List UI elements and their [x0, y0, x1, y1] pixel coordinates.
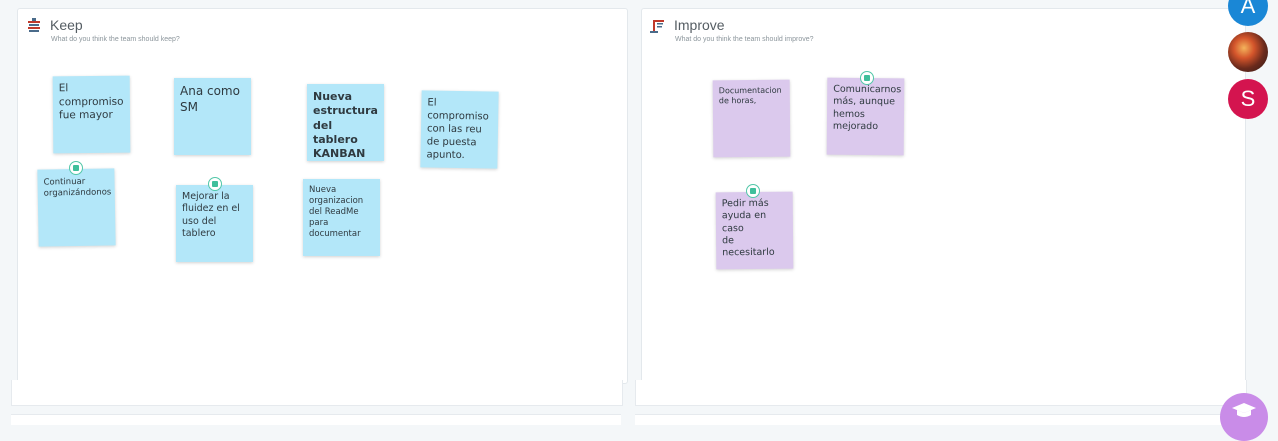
sticky-note[interactable]: El compromiso fue mayor — [52, 75, 131, 154]
note-text: Nueva organizacion del ReadMe para docum… — [309, 185, 364, 240]
next-board-edge — [11, 414, 621, 425]
avatar[interactable] — [1228, 32, 1268, 72]
next-board-edge — [635, 414, 1245, 425]
improve-title: Improve — [674, 17, 725, 33]
vote-badge-icon[interactable] — [208, 177, 222, 191]
vote-badge-icon[interactable] — [746, 184, 760, 198]
vote-badge-icon[interactable] — [860, 71, 874, 85]
avatar-initial: S — [1240, 86, 1256, 111]
note-text: Comunicarnos más, aunque hemos mejorado — [832, 83, 902, 133]
sticky-note[interactable]: El compromiso con las reu de puesta apun… — [420, 90, 499, 169]
improve-footer — [635, 380, 1247, 406]
note-text: Nueva estructura del tablero KANBAN — [313, 90, 378, 161]
improve-subtitle: What do you think the team should improv… — [675, 36, 814, 43]
avatar[interactable]: S — [1228, 79, 1268, 119]
sticky-note[interactable]: Mejorar la fluidez en el uso del tablero — [176, 185, 253, 262]
sticky-note[interactable]: Ana como SM — [174, 78, 251, 155]
help-button[interactable] — [1220, 393, 1268, 441]
keep-footer — [11, 380, 623, 406]
note-text: El compromiso con las reu de puesta apun… — [426, 97, 489, 162]
sticky-note[interactable]: Pedir más ayuda en caso de necesitarlo — [715, 191, 794, 270]
note-text: Documentacion de horas, — [718, 85, 782, 106]
note-text: Ana como SM — [180, 84, 240, 114]
sticky-note[interactable]: Comunicarnos más, aunque hemos mejorado — [826, 77, 905, 156]
keep-subtitle: What do you think the team should keep? — [51, 36, 180, 43]
improve-icon — [650, 20, 664, 33]
keep-title: Keep — [50, 17, 83, 33]
sticky-note[interactable]: Nueva estructura del tablero KANBAN — [307, 84, 384, 161]
sticky-note[interactable]: Documentacion de horas, — [712, 79, 791, 158]
sticky-note[interactable]: Continuar organizándonos — [37, 168, 116, 247]
vote-badge-icon[interactable] — [69, 161, 83, 175]
note-text: Pedir más ayuda en caso de necesitarlo — [721, 197, 775, 259]
note-text: Continuar organizándonos — [43, 176, 112, 199]
note-text: El compromiso fue mayor — [58, 82, 124, 122]
graduation-cap-icon — [1232, 403, 1256, 417]
avatar-initial: A — [1240, 0, 1256, 18]
sticky-note[interactable]: Nueva organizacion del ReadMe para docum… — [303, 179, 380, 256]
note-text: Mejorar la fluidez en el uso del tablero — [182, 191, 240, 240]
keep-icon — [28, 18, 40, 32]
